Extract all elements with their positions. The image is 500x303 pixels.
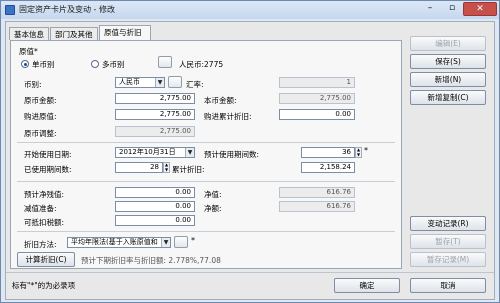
impairment-field[interactable]: 0.00 [115,201,195,212]
depr-method-label: 折旧方法: [24,240,57,249]
edit-button[interactable]: 编辑(E) [410,36,486,51]
single-currency-label: 单币别 [32,60,55,69]
calendar-dropdown-icon[interactable]: ▼ [185,148,194,157]
rmb-info-text: 人民币:2775 [179,60,224,69]
depr-method-lookup-button[interactable] [174,236,188,248]
section-divider [17,142,395,143]
multi-currency-radio[interactable] [91,60,99,68]
orig-adjustment-field[interactable]: 2,775.00 [115,126,195,137]
multi-currency-label: 多币别 [102,60,125,69]
save-button[interactable]: 保存(S) [410,54,486,69]
cancel-button[interactable]: 取消 [410,278,486,293]
single-currency-radio[interactable] [21,60,29,68]
local-amount-label: 本币金额: [204,96,237,105]
window-title: 固定资产卡片及变动 - 修改 [19,5,115,14]
start-date-value: 2012年10月31日 [119,148,176,156]
expected-periods-field[interactable]: 36 [301,147,355,158]
copy-new-button[interactable]: 新增复制(C) [410,90,486,105]
close-button[interactable]: ✕ [463,2,497,16]
chevron-down-icon[interactable]: ▼ [155,78,164,87]
currency-select-value: 人民币 [119,78,140,86]
chevron-down-icon[interactable]: ▼ [161,238,170,247]
calculate-depreciation-button[interactable]: 计算折旧(C) [17,252,75,267]
original-value-label: 原值* [19,47,38,56]
net-value-field[interactable]: 616.76 [279,187,355,198]
net-value-label: 净值: [204,190,222,199]
asset-card-window: 固定资产卡片及变动 - 修改 – ▫ ✕ 基本信息 部门及其他 原值与折旧 原值… [0,0,500,303]
accum-depr-field[interactable]: 2,158.24 [301,162,355,173]
deductible-tax-label: 可抵扣税额: [24,218,65,227]
exchange-rate-field[interactable]: 1 [279,77,355,88]
orig-adjustment-label: 原币调整: [24,129,57,138]
local-amount-field[interactable]: 2,775.00 [279,93,355,104]
status-bar: 标有"*"的为必录项 确定 取消 [6,272,494,299]
orig-currency-amount-field[interactable]: 2,775.00 [115,93,195,104]
net-amount-field[interactable]: 616.76 [279,201,355,212]
new-button[interactable]: 新增(N) [410,72,486,87]
used-periods-stepper[interactable]: ▲ ▼ [163,162,170,173]
maximize-button[interactable]: ▫ [441,2,463,16]
currency-select[interactable]: 人民币 ▼ [115,77,165,88]
est-net-residual-label: 预计净残值: [24,190,65,199]
exchange-rate-label: 汇率: [186,80,204,89]
start-date-label: 开始使用日期: [24,150,72,159]
section-divider [17,181,395,182]
purchase-value-label: 购进原值: [24,112,57,121]
value-depreciation-panel: 原值* 单币别 多币别 人民币:2775 币别: 人民币 ▼ 汇率: 1 原币金… [10,40,402,269]
client-area: 基本信息 部门及其他 原值与折旧 原值* 单币别 多币别 人民币:2775 币别… [5,21,495,300]
title-bar: 固定资产卡片及变动 - 修改 – ▫ ✕ [1,1,499,19]
depr-method-select[interactable]: 平均年限法(基于入账原值和 ▼ [67,237,171,248]
tab-dept-other[interactable]: 部门及其他 [50,27,98,40]
deductible-tax-field[interactable]: 0.00 [115,215,195,226]
app-icon [5,5,15,15]
currency-lookup-button[interactable] [168,76,182,88]
accum-depr-label: 累计折旧: [172,165,205,174]
ok-button[interactable]: 确定 [334,278,400,293]
required-marker: * [364,146,368,155]
net-amount-label: 净额: [204,204,222,213]
minimize-button[interactable]: – [419,2,441,16]
section-divider [17,231,395,232]
required-field-note: 标有"*"的为必录项 [12,281,76,290]
used-periods-label: 已使用期间数: [24,165,72,174]
currency-label: 币别: [24,80,42,89]
used-periods-field[interactable]: 28 [115,162,163,173]
pause-record-button[interactable]: 暂存记录(M) [410,252,486,267]
required-marker: * [191,236,195,245]
currency-detail-button[interactable] [158,56,172,68]
purchase-value-field[interactable]: 2,775.00 [115,109,195,120]
tab-value-depreciation[interactable]: 原值与折旧 [99,25,151,41]
pause-button[interactable]: 暂存(T) [410,234,486,249]
start-date-picker[interactable]: 2012年10月31日 ▼ [115,147,195,158]
change-record-button[interactable]: 变动记录(R) [410,216,486,231]
depr-method-value: 平均年限法(基于入账原值和 [71,238,158,246]
purchase-accum-depr-label: 购进累计折旧: [204,112,252,121]
tab-basic-info[interactable]: 基本信息 [9,27,49,40]
est-net-residual-field[interactable]: 0.00 [115,187,195,198]
next-period-depr-info: 预计下期折旧率与折旧额: 2.778%,77.08 [81,256,221,265]
expected-periods-stepper[interactable]: ▲ ▼ [355,147,362,158]
purchase-accum-depr-field[interactable]: 0.00 [279,109,355,120]
expected-periods-label: 预计使用期间数: [204,150,260,159]
impairment-label: 减值准备: [24,204,57,213]
orig-currency-amount-label: 原币金额: [24,96,57,105]
